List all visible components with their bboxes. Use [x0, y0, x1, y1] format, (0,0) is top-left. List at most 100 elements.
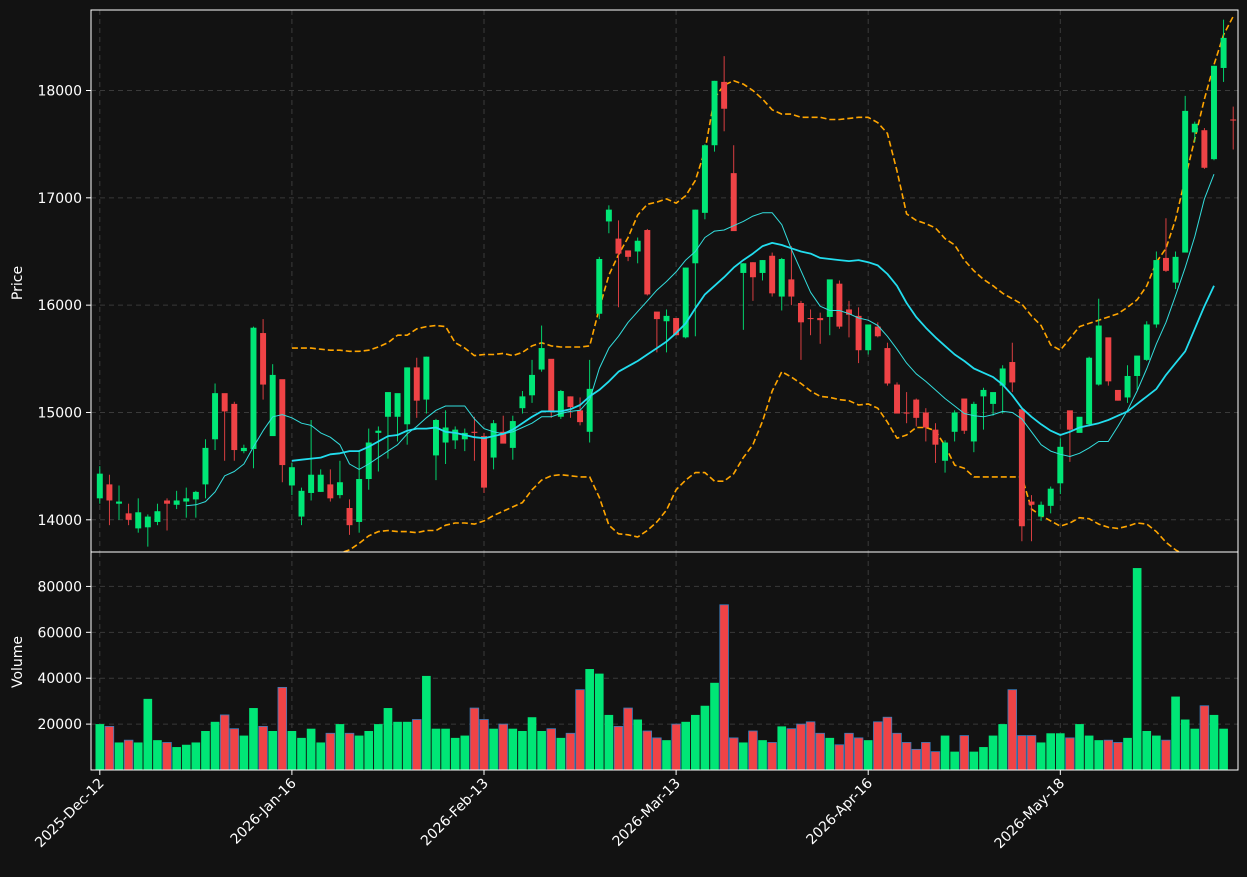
candle-body: [596, 258, 603, 314]
volume-bar: [1075, 724, 1084, 770]
candle-body: [836, 283, 843, 327]
candle-body: [279, 379, 286, 466]
candle-body: [721, 81, 728, 109]
candle: [461, 428, 468, 452]
candle: [1153, 251, 1160, 328]
candle-body: [529, 374, 536, 396]
candle: [903, 392, 910, 424]
candle: [1105, 337, 1112, 386]
volume-bar: [489, 728, 498, 770]
candle: [308, 419, 315, 501]
volume-bar: [1046, 733, 1056, 770]
volume-tick-label: 20000: [37, 717, 82, 733]
volume-bar: [1084, 735, 1094, 770]
candle: [797, 300, 804, 360]
candle: [749, 262, 756, 301]
volume-bar: [613, 726, 624, 770]
volume-bar: [940, 735, 950, 770]
candle: [365, 428, 372, 490]
date-tick-label: 2026-Feb-13: [418, 776, 492, 850]
candle-body: [749, 262, 756, 278]
candle: [1172, 251, 1179, 290]
volume-bar: [258, 726, 268, 770]
volume-bar: [469, 707, 480, 770]
candle-body: [894, 384, 900, 414]
volume-bar: [633, 719, 643, 770]
candle: [413, 357, 420, 418]
candle-body: [1220, 37, 1227, 68]
volume-bar: [565, 732, 576, 770]
candle-body: [96, 473, 103, 499]
candle: [202, 439, 209, 499]
candle-body: [481, 436, 487, 488]
volume-bar: [287, 730, 297, 770]
candle-body: [961, 398, 968, 431]
price-tick-label: 18000: [37, 83, 82, 99]
price-panel-frame: [90, 9, 1239, 553]
candle-body: [1028, 501, 1035, 505]
candle: [577, 397, 584, 426]
candle-body: [221, 393, 228, 412]
candle-body: [711, 80, 718, 146]
candle: [826, 279, 833, 336]
volume-bar: [374, 724, 383, 770]
candle-body: [250, 327, 257, 449]
volume-bar: [354, 735, 364, 770]
volume-bar: [594, 673, 604, 770]
candle-body: [922, 412, 929, 428]
volume-bar: [412, 719, 422, 770]
volume-bar: [988, 735, 998, 770]
candle: [490, 419, 497, 470]
volume-bar: [344, 732, 355, 770]
candle-body: [308, 474, 315, 493]
candle-body: [932, 429, 939, 445]
volume-bar: [162, 742, 172, 770]
volume-bar: [123, 739, 134, 770]
candle: [1095, 298, 1102, 386]
candle: [1191, 121, 1198, 143]
volume-bar: [796, 723, 806, 770]
candle: [865, 324, 872, 355]
volume-bar: [335, 724, 345, 770]
volume-bar: [1103, 739, 1114, 770]
candle: [942, 440, 949, 473]
volume-bar: [739, 742, 748, 770]
candle-body: [807, 318, 814, 320]
volume-bar: [1219, 728, 1228, 770]
volume-bar: [652, 737, 662, 770]
candle: [769, 252, 776, 297]
volume-bar: [191, 742, 201, 770]
chart-canvas: 14000 15000 16000 17000 18000 Price 20000 400…: [10, 9, 1239, 852]
candle-body: [433, 419, 439, 456]
candle: [1038, 501, 1045, 521]
volume-bar: [546, 728, 556, 770]
candle: [625, 250, 632, 262]
candle-body: [903, 412, 910, 414]
candle-body: [1134, 355, 1141, 376]
candle: [144, 514, 151, 547]
candle: [567, 396, 574, 418]
candle-body: [817, 318, 824, 321]
candle-body: [135, 512, 142, 529]
volume-bar: [268, 730, 278, 770]
volume-axis-label: Volume: [10, 636, 26, 688]
candle-body: [826, 279, 833, 317]
candle: [1047, 486, 1054, 514]
candle-body: [413, 367, 420, 401]
candle-body: [1201, 130, 1208, 168]
candle: [336, 460, 343, 499]
volume-bar: [969, 751, 979, 770]
candle: [999, 365, 1006, 414]
volume-bar: [575, 689, 585, 770]
volume-bar: [681, 721, 691, 770]
candle: [1086, 356, 1093, 427]
candle-body: [1172, 256, 1179, 283]
candle: [442, 410, 449, 464]
volume-bar: [1209, 714, 1219, 770]
candle-body: [260, 333, 267, 385]
candle: [721, 56, 728, 132]
volume-bar: [219, 714, 230, 770]
candle-body: [144, 516, 151, 528]
candle: [538, 325, 545, 372]
volume-bar: [786, 728, 797, 770]
